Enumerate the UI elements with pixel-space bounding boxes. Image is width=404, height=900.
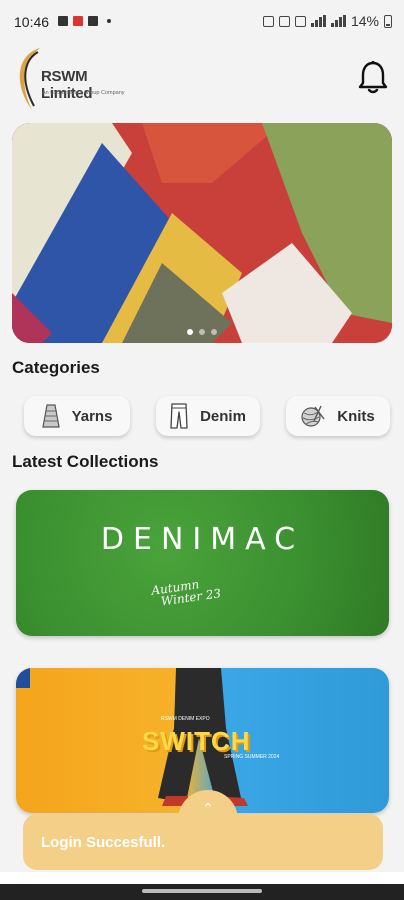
- toast-message: Login Succesfull.: [41, 833, 166, 851]
- hero-banner-carousel[interactable]: [12, 123, 392, 343]
- status-system-icons: 14%: [262, 13, 392, 29]
- battery-percent: 14%: [350, 13, 379, 29]
- category-yarns[interactable]: Yarns: [24, 396, 130, 436]
- fabric-swatches-image: [12, 123, 392, 343]
- category-label: Yarns: [71, 407, 113, 425]
- bell-icon: [358, 61, 388, 94]
- carousel-indicator: [12, 329, 392, 335]
- category-label: Denim: [200, 407, 246, 425]
- rswm-logo: RSWM Limited An LNJ Bhilwara Group Compa…: [10, 46, 140, 112]
- collection-tag: RSWM DENIM EXPO: [161, 716, 210, 722]
- carousel-dot[interactable]: [211, 329, 217, 335]
- battery-alert-icon: [88, 16, 98, 26]
- categories-title: Categories: [12, 358, 100, 377]
- jeans-icon: [170, 403, 188, 429]
- home-gesture-handle[interactable]: [142, 889, 262, 893]
- logo-subtitle: An LNJ Bhilwara Group Company: [42, 90, 125, 96]
- status-time: 10:46: [14, 14, 50, 30]
- status-notification-icons: [58, 16, 111, 26]
- more-notifications-icon: [107, 19, 111, 23]
- alarm-icon: [262, 15, 274, 27]
- category-label: Knits: [337, 407, 375, 425]
- logo-title: RSWM Limited: [41, 68, 93, 102]
- notification-bell-button[interactable]: [358, 60, 388, 96]
- carousel-dot[interactable]: [187, 329, 193, 335]
- gallery-icon: [58, 16, 68, 26]
- yarn-ball-icon: [301, 405, 325, 427]
- collection-headline: SWITCH: [142, 726, 251, 756]
- battery-icon: [384, 14, 392, 28]
- latest-collections-title: Latest Collections: [12, 452, 159, 471]
- app-header: RSWM Limited An LNJ Bhilwara Group Compa…: [0, 44, 404, 116]
- collection-season: SPRING SUMMER 2024: [224, 754, 280, 760]
- collection-headline: DENIMAC: [100, 522, 305, 557]
- category-knits[interactable]: Knits: [286, 396, 390, 436]
- carousel-dot[interactable]: [199, 329, 205, 335]
- signal-2-icon: [330, 15, 346, 27]
- signal-icon: [310, 15, 326, 27]
- app-notification-icon: [73, 16, 83, 26]
- login-toast: Login Succesfull.: [23, 814, 383, 870]
- status-bar: 10:46 14%: [0, 0, 404, 44]
- mute-icon: [278, 15, 290, 27]
- yarn-cone-icon: [41, 404, 60, 428]
- collection-season: Autumn Winter 23: [151, 575, 222, 608]
- category-denim[interactable]: Denim: [156, 396, 260, 436]
- collection-card-denimac[interactable]: DENIMAC Autumn Winter 23: [16, 490, 389, 636]
- wifi-icon: [294, 15, 306, 27]
